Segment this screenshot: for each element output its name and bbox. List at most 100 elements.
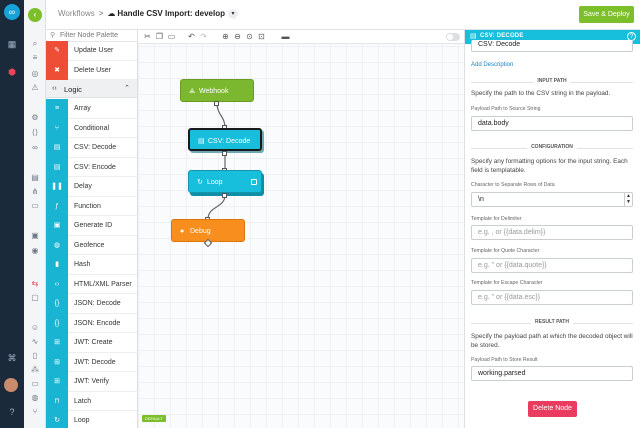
palette-item-array[interactable]: ≡ Array xyxy=(46,99,137,119)
palette-item-json-encode[interactable]: {} JSON: Encode xyxy=(46,313,137,333)
workflow-title: Handle CSV Import: develop xyxy=(117,9,225,19)
experience-icon[interactable]: ◉ xyxy=(29,245,41,257)
palette-item-json-decode[interactable]: {} JSON: Decode xyxy=(46,294,137,314)
activity-icon[interactable]: ∿ xyxy=(29,336,41,348)
filter-input[interactable]: Filter Node Palette xyxy=(60,32,118,39)
cut-icon[interactable]: ✂ xyxy=(142,31,153,42)
link-icon[interactable]: ∞ xyxy=(29,142,41,154)
palette-item-function[interactable]: ƒ Function xyxy=(46,196,137,216)
branch-icon[interactable]: ⑂ xyxy=(29,406,41,418)
document-icon: ▤ xyxy=(46,157,68,177)
chevron-up-icon[interactable]: ⌃ xyxy=(124,84,130,92)
palette-item-generate-id[interactable]: ▣ Generate ID xyxy=(46,216,137,236)
copy-icon[interactable]: ❐ xyxy=(154,31,165,42)
palette-item-label: JWT: Decode xyxy=(74,358,116,366)
node-webhook[interactable]: ⟁ Webhook xyxy=(180,79,254,102)
section-title: INPUT PATH xyxy=(533,78,571,84)
application-tools: ‹ ⌕ ≡ ◎ ⚠ ⚙ ⟨⟩ ∞ ▤ ⋔ ▭ ▣ ◉ ⇆ ▢ ☺ ∿ ▯ ⁂ ▭… xyxy=(24,0,46,428)
help-icon[interactable]: ? xyxy=(6,406,18,418)
rows-separator-field[interactable]: \n ▲ ▼ xyxy=(471,192,633,207)
user-icon[interactable]: ☺ xyxy=(29,322,41,334)
table-icon[interactable]: ▤ xyxy=(29,172,41,184)
palette-item-delete-user[interactable]: ✖ Delete User xyxy=(46,60,137,80)
palette-category-logic[interactable]: ‹› Logic ⌃ xyxy=(46,80,137,98)
palette-item-label: JSON: Encode xyxy=(74,319,121,327)
globe-icon[interactable]: ◎ xyxy=(29,68,41,80)
world-icon[interactable]: ◍ xyxy=(29,392,41,404)
zoom-out-icon[interactable]: ⊖ xyxy=(232,31,243,42)
node-csv-decode[interactable]: ▤ CSV: Decode xyxy=(188,128,262,151)
logo-icon[interactable]: ∞ xyxy=(4,4,20,20)
search-icon[interactable]: ⌕ xyxy=(29,38,41,50)
filter-icon: ⚲ xyxy=(50,32,56,39)
node-label: Webhook xyxy=(199,88,229,95)
group-icon[interactable]: ⁂ xyxy=(29,364,41,376)
pause-icon: ❚❚ xyxy=(46,177,68,197)
file-icon[interactable]: ▢ xyxy=(29,292,41,304)
palette-item-html-xml-parser[interactable]: ‹› HTML/XML Parser xyxy=(46,274,137,294)
workflow-icon[interactable]: ⇆ xyxy=(29,278,41,290)
canvas-toggle[interactable] xyxy=(446,33,460,41)
output-port[interactable] xyxy=(222,151,227,156)
palette-item-label: Geofence xyxy=(74,241,105,249)
network-icon[interactable]: ⌘ xyxy=(6,352,18,364)
palette-item-csv-encode[interactable]: ▤ CSV: Encode xyxy=(46,157,137,177)
save-deploy-button[interactable]: Save & Deploy xyxy=(579,6,634,23)
result-path-field[interactable]: working.parsed xyxy=(471,366,633,381)
palette-item-csv-decode[interactable]: ▤ CSV: Decode xyxy=(46,138,137,158)
palette-item-geofence[interactable]: ◍ Geofence xyxy=(46,235,137,255)
cube-icon[interactable]: ⬢ xyxy=(6,66,18,78)
delete-node-button[interactable]: Delete Node xyxy=(528,401,577,417)
add-description-link[interactable]: Add Description xyxy=(471,62,513,68)
redo-icon[interactable]: ↷ xyxy=(198,31,209,42)
palette-item-jwt-decode[interactable]: ⊞ JWT: Decode xyxy=(46,352,137,372)
palette-item-label: Generate ID xyxy=(74,222,113,229)
palette-item-jwt-create[interactable]: ⊞ JWT: Create xyxy=(46,333,137,353)
palette-item-loop[interactable]: ↻ Loop xyxy=(46,411,137,428)
workflow-canvas[interactable]: ✂ ❐ ▭ ↶ ↷ ⊕ ⊖ ⊙ ⊡ ▬ ⟁ Webhook ▤ CSV: Dec… xyxy=(138,30,464,428)
resize-icon[interactable]: ▲ ▼ xyxy=(624,193,632,206)
mobile-icon[interactable]: ▯ xyxy=(29,350,41,362)
quote-field[interactable]: e.g. " or {{data.quote}} xyxy=(471,258,633,273)
folder-icon[interactable]: ▭ xyxy=(29,378,41,390)
avatar[interactable] xyxy=(4,378,18,392)
output-port[interactable] xyxy=(214,101,219,106)
palette-item-label: JWT: Create xyxy=(74,339,113,346)
settings-icon[interactable]: ⚙ xyxy=(29,112,41,124)
palette-item-label: Latch xyxy=(74,397,92,405)
warning-icon[interactable]: ⚠ xyxy=(29,82,41,94)
node-name-field[interactable]: CSV: Decode xyxy=(471,40,633,52)
output-port[interactable] xyxy=(222,193,227,198)
palette-item-hash[interactable]: ▮ Hash xyxy=(46,255,137,275)
undo-icon[interactable]: ↶ xyxy=(186,31,197,42)
breadcrumb-separator: > xyxy=(98,9,104,19)
escape-field[interactable]: e.g. " or {{data.esc}} xyxy=(471,290,633,305)
storage-icon[interactable]: ▭ xyxy=(29,200,41,212)
palette-item-jwt-verify[interactable]: ⊞ JWT: Verify xyxy=(46,372,137,392)
breadcrumb-workflows-link[interactable]: Workflows xyxy=(58,9,95,18)
section-result-path: RESULT PATH xyxy=(471,319,633,327)
code-icon[interactable]: ⟨⟩ xyxy=(29,127,41,139)
palette-item-conditional[interactable]: ⑂ Conditional xyxy=(46,118,137,138)
palette-item-delay[interactable]: ❚❚ Delay xyxy=(46,177,137,197)
node-palette: ⚲ Filter Node Palette ✎ Update User ✖ De… xyxy=(46,30,138,428)
node-loop[interactable]: ↻ Loop xyxy=(188,170,262,193)
zoom-fit-icon[interactable]: ⊡ xyxy=(256,31,267,42)
palette-item-latch[interactable]: ⊓ Latch xyxy=(46,391,137,411)
delimiter-field[interactable]: e.g. , or {{data.delim}} xyxy=(471,225,633,240)
document-icon: ▤ xyxy=(198,138,205,145)
zoom-reset-icon[interactable]: ⊙ xyxy=(244,31,255,42)
dashboard-icon[interactable]: ▦ xyxy=(6,38,18,50)
list-icon[interactable]: ≡ xyxy=(29,52,41,64)
paste-icon[interactable]: ▭ xyxy=(166,31,177,42)
edge-icon[interactable]: ▣ xyxy=(29,230,41,242)
palette-item-update-user[interactable]: ✎ Update User xyxy=(46,41,137,61)
chevron-down-icon[interactable]: ▾ xyxy=(228,9,238,19)
comment-icon[interactable]: ▬ xyxy=(280,31,291,42)
tree-icon[interactable]: ⋔ xyxy=(29,186,41,198)
source-path-field[interactable]: data.body xyxy=(471,116,633,131)
delimiter-label: Template for Delimiter xyxy=(471,216,522,222)
breadcrumb: Workflows > ☁ Handle CSV Import: develop ▾ xyxy=(58,9,238,19)
zoom-in-icon[interactable]: ⊕ xyxy=(220,31,231,42)
back-icon[interactable]: ‹ xyxy=(28,8,42,22)
